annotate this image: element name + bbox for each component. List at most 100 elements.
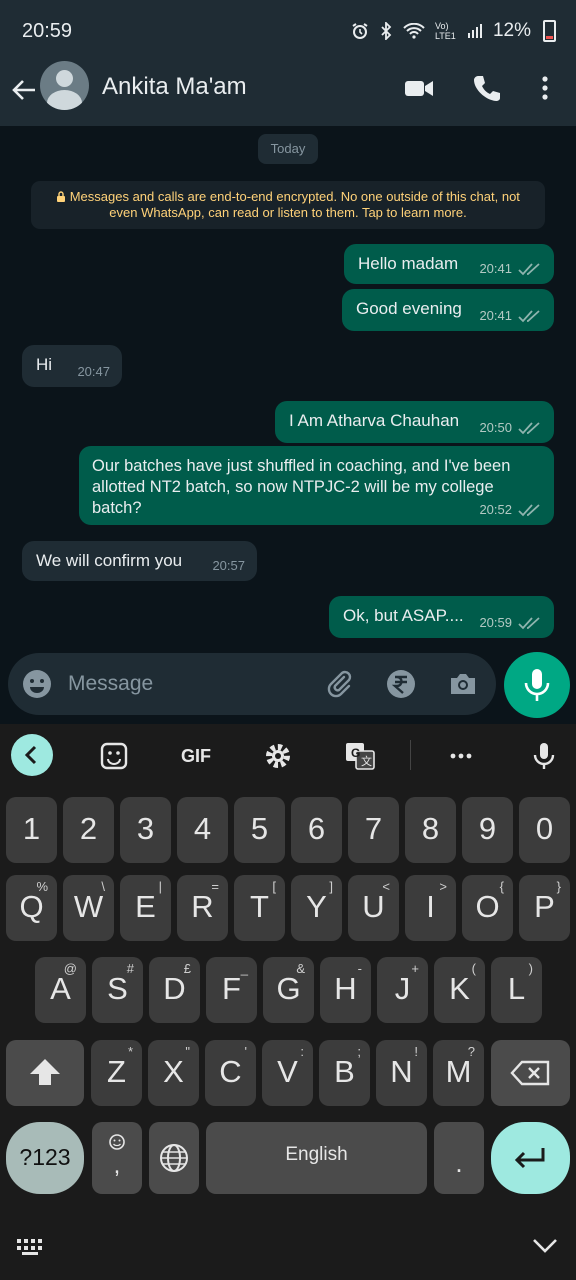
- more-options-icon[interactable]: [529, 72, 561, 104]
- key-label: English: [285, 1144, 348, 1165]
- avatar-body-shape: [47, 90, 82, 110]
- key-label: H: [334, 971, 357, 1006]
- key-t[interactable]: [T: [234, 875, 285, 941]
- key-h[interactable]: -H: [320, 957, 371, 1023]
- key-m[interactable]: ? M: [433, 1040, 484, 1106]
- space-key[interactable]: English: [206, 1122, 427, 1194]
- svg-text:文: 文: [361, 754, 372, 768]
- message-bubble-outgoing[interactable]: Good evening 20:41: [342, 289, 554, 331]
- keyboard-switch-icon[interactable]: [16, 1238, 48, 1256]
- payment-rupee-icon[interactable]: [385, 668, 417, 700]
- backspace-key[interactable]: [491, 1040, 570, 1106]
- message-bubble-incoming[interactable]: Hi 20:47: [22, 345, 122, 387]
- key-3[interactable]: 3: [120, 797, 171, 863]
- chat-area[interactable]: Today Messages and calls are end-to-end …: [0, 126, 576, 724]
- key-label: E: [135, 889, 156, 924]
- symbols-key[interactable]: ?123: [6, 1122, 84, 1194]
- double-check-icon: [518, 503, 540, 516]
- comma-emoji-key[interactable]: ,: [92, 1122, 142, 1194]
- key-9[interactable]: 9: [462, 797, 513, 863]
- key-label: N: [390, 1054, 413, 1089]
- key-b[interactable]: ; B: [319, 1040, 370, 1106]
- key-label: F: [222, 971, 241, 1006]
- key-2[interactable]: 2: [63, 797, 114, 863]
- key-label: V: [277, 1054, 298, 1089]
- message-input[interactable]: Message: [68, 672, 153, 696]
- translate-icon[interactable]: G文: [342, 738, 378, 774]
- key-label: S: [107, 971, 128, 1006]
- keyboard-toolbar-toggle-button[interactable]: [11, 734, 53, 776]
- key-f[interactable]: _ F: [206, 957, 257, 1023]
- status-bar: 20:59 Vo) LTE1 12%: [0, 0, 576, 64]
- key-l[interactable]: ) L: [491, 957, 542, 1023]
- message-bubble-outgoing[interactable]: Our batches have just shuffled in coachi…: [79, 446, 554, 525]
- message-line: batch?: [92, 499, 142, 517]
- key-s[interactable]: # S: [92, 957, 143, 1023]
- key-label: U: [362, 889, 385, 924]
- contact-name[interactable]: Ankita Ma'am: [102, 73, 247, 101]
- language-key[interactable]: [149, 1122, 199, 1194]
- shift-arrow-icon: [30, 1059, 60, 1085]
- key-0[interactable]: 0: [519, 797, 570, 863]
- message-text: I Am Atharva Chauhan: [289, 411, 460, 430]
- voice-call-icon[interactable]: [470, 72, 502, 104]
- key-label: A: [50, 971, 71, 1006]
- back-arrow-icon[interactable]: [10, 76, 38, 104]
- gif-button[interactable]: GIF: [176, 738, 216, 774]
- more-horizontal-icon[interactable]: [443, 738, 479, 774]
- voice-input-icon[interactable]: [526, 738, 562, 774]
- avatar[interactable]: [40, 61, 89, 110]
- shift-key[interactable]: [6, 1040, 84, 1106]
- key-v[interactable]: :V: [262, 1040, 313, 1106]
- voice-message-button[interactable]: [504, 652, 570, 718]
- video-call-icon[interactable]: [403, 72, 435, 104]
- key-z[interactable]: * Z: [91, 1040, 142, 1106]
- encryption-notice[interactable]: Messages and calls are end-to-end encryp…: [31, 181, 545, 229]
- navigation-bar: [0, 1205, 576, 1280]
- message-bubble-incoming[interactable]: We will confirm you 20:57: [22, 541, 257, 581]
- key-x[interactable]: " X: [148, 1040, 199, 1106]
- attach-icon[interactable]: [324, 668, 356, 700]
- key-n[interactable]: ! N: [376, 1040, 427, 1106]
- key-e[interactable]: | E: [120, 875, 171, 941]
- period-key[interactable]: .: [434, 1122, 484, 1194]
- key-u[interactable]: < U: [348, 875, 399, 941]
- key-6[interactable]: 6: [291, 797, 342, 863]
- status-icons: Vo) LTE1 12%: [351, 20, 556, 42]
- key-g[interactable]: & G: [263, 957, 314, 1023]
- key-d[interactable]: £ D: [149, 957, 200, 1023]
- message-bubble-outgoing[interactable]: I Am Atharva Chauhan 20:50: [275, 401, 554, 443]
- key-q[interactable]: % Q: [6, 875, 57, 941]
- double-check-icon: [518, 309, 540, 322]
- key-4[interactable]: 4: [177, 797, 228, 863]
- toolbar-divider: [410, 740, 411, 770]
- camera-icon[interactable]: [447, 668, 479, 700]
- key-a[interactable]: @ A: [35, 957, 86, 1023]
- key-o[interactable]: {O: [462, 875, 513, 941]
- key-1[interactable]: 1: [6, 797, 57, 863]
- key-r[interactable]: = R: [177, 875, 228, 941]
- key-w[interactable]: \ W: [63, 875, 114, 941]
- key-label: .: [455, 1148, 463, 1178]
- sticker-icon[interactable]: [96, 738, 132, 774]
- emoji-icon[interactable]: [21, 668, 53, 700]
- settings-gear-icon[interactable]: [260, 738, 296, 774]
- key-y[interactable]: ] Y: [291, 875, 342, 941]
- enter-key[interactable]: [491, 1122, 570, 1194]
- key-label: Y: [306, 889, 327, 924]
- key-5[interactable]: 5: [234, 797, 285, 863]
- key-7[interactable]: 7: [348, 797, 399, 863]
- message-bubble-outgoing[interactable]: Hello madam 20:41: [344, 244, 554, 284]
- key-j[interactable]: + J: [377, 957, 428, 1023]
- key-i[interactable]: > I: [405, 875, 456, 941]
- message-bubble-outgoing[interactable]: Ok, but ASAP.... 20:59: [329, 596, 554, 638]
- key-k[interactable]: (K: [434, 957, 485, 1023]
- chevron-down-icon[interactable]: [532, 1237, 558, 1255]
- double-check-icon: [518, 262, 540, 275]
- lock-icon: [57, 191, 66, 202]
- key-c[interactable]: ' C: [205, 1040, 256, 1106]
- key-8[interactable]: 8: [405, 797, 456, 863]
- svg-text:G: G: [351, 746, 360, 760]
- key-p[interactable]: } P: [519, 875, 570, 941]
- message-composer[interactable]: Message: [8, 653, 496, 715]
